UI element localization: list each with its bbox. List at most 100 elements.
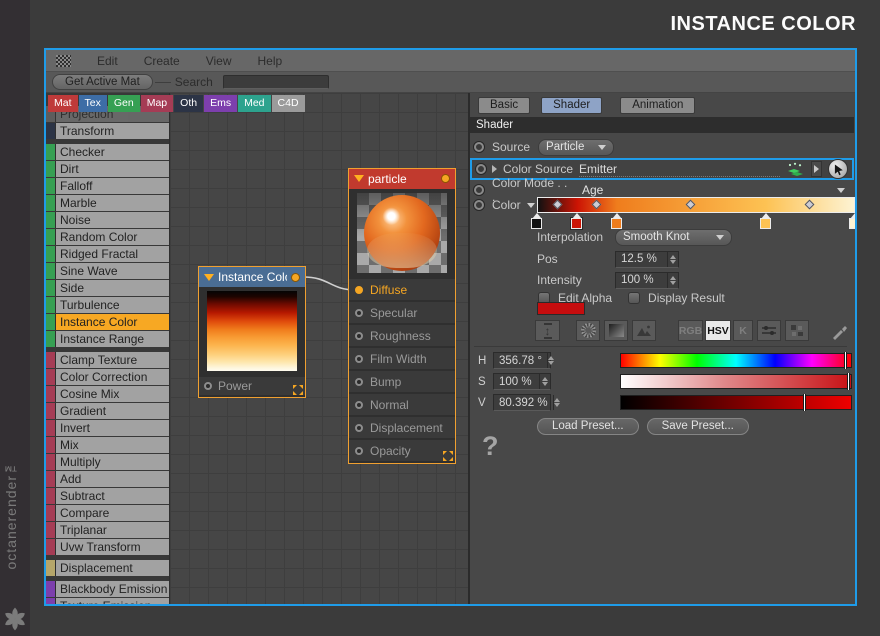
- node-list-item[interactable]: Gradient: [46, 403, 169, 419]
- node-list-item[interactable]: Marble: [46, 195, 169, 211]
- resize-grip-icon[interactable]: [443, 451, 453, 461]
- resize-grip-icon[interactable]: [293, 385, 303, 395]
- node-list-item[interactable]: Uvw Transform: [46, 539, 169, 555]
- node-list-item[interactable]: Add: [46, 471, 169, 487]
- keyframe-dot-icon[interactable]: [474, 185, 484, 195]
- category-tab-oth[interactable]: Oth: [174, 95, 203, 112]
- category-tab-map[interactable]: Map: [141, 95, 173, 112]
- node-list-item[interactable]: Noise: [46, 212, 169, 228]
- node-list-item[interactable]: Blackbody Emission: [46, 581, 169, 597]
- help-question-mark[interactable]: ?: [482, 431, 499, 462]
- particle-material-node[interactable]: particle DiffuseSpecularRoughnessFilm Wi…: [348, 168, 456, 464]
- input-port-icon[interactable]: [355, 401, 363, 409]
- gradient-midpoint-handle[interactable]: [592, 200, 602, 210]
- category-tab-mat[interactable]: Mat: [48, 95, 78, 112]
- output-port-icon[interactable]: [291, 273, 300, 282]
- hue-slider[interactable]: [620, 353, 852, 368]
- node-list-item[interactable]: Mix: [46, 437, 169, 453]
- node-list-item[interactable]: Sine Wave: [46, 263, 169, 279]
- particle-input-diffuse[interactable]: Diffuse: [349, 279, 455, 300]
- window-menu-icon[interactable]: [56, 55, 71, 67]
- chevron-down-icon[interactable]: [527, 203, 535, 208]
- menu-edit[interactable]: Edit: [97, 54, 118, 68]
- node-graph-canvas[interactable]: Instance Color Power particl: [170, 93, 468, 604]
- menu-help[interactable]: Help: [258, 54, 283, 68]
- keyframe-dot-icon[interactable]: [476, 164, 486, 174]
- saturation-slider[interactable]: [620, 374, 852, 389]
- current-color-swatch[interactable]: [537, 302, 585, 315]
- node-list-item[interactable]: Dirt: [46, 161, 169, 177]
- expand-triangle-icon[interactable]: [492, 165, 497, 173]
- k-mode-button[interactable]: K: [733, 320, 753, 341]
- power-input-row[interactable]: Power: [199, 377, 305, 395]
- gradient-mode-icon[interactable]: [604, 320, 628, 341]
- saturation-spinner[interactable]: 100 %: [493, 373, 551, 390]
- pos-spinner[interactable]: 12.5 %: [615, 251, 679, 268]
- category-tab-tex[interactable]: Tex: [79, 95, 107, 112]
- link-options-button[interactable]: [811, 161, 822, 177]
- value-spinner[interactable]: 80.392 %: [493, 394, 551, 411]
- instance-color-node[interactable]: Instance Color Power: [198, 266, 306, 398]
- source-dropdown[interactable]: Particle: [538, 139, 614, 156]
- node-list-item[interactable]: Clamp Texture: [46, 352, 169, 368]
- node-list-item[interactable]: Instance Range: [46, 331, 169, 347]
- s-slider-marker[interactable]: [847, 373, 850, 390]
- node-list-item[interactable]: Turbulence: [46, 297, 169, 313]
- spinner-arrows-icon[interactable]: [553, 395, 560, 410]
- particle-input-roughness[interactable]: Roughness: [349, 325, 455, 346]
- input-port-icon[interactable]: [355, 378, 363, 386]
- gradient-ramp[interactable]: [537, 197, 855, 213]
- category-tab-c4d[interactable]: C4D: [272, 95, 305, 112]
- search-input[interactable]: [223, 75, 329, 89]
- rgb-mode-button[interactable]: RGB: [678, 320, 703, 341]
- particle-input-normal[interactable]: Normal: [349, 394, 455, 415]
- node-list-item[interactable]: Cosine Mix: [46, 386, 169, 402]
- category-tab-med[interactable]: Med: [238, 95, 270, 112]
- load-preset-button[interactable]: Load Preset...: [537, 418, 639, 435]
- eyedropper-icon[interactable]: [828, 320, 852, 341]
- node-list-item[interactable]: Invert: [46, 420, 169, 436]
- spinner-arrows-icon[interactable]: [667, 273, 678, 288]
- node-list-item[interactable]: Texture Emission: [46, 598, 169, 604]
- node-list-item[interactable]: Instance Color: [46, 314, 169, 330]
- input-port-icon[interactable]: [355, 286, 363, 294]
- input-port-icon[interactable]: [355, 447, 363, 455]
- node-list-item[interactable]: Displacement: [46, 560, 169, 576]
- input-port-icon[interactable]: [355, 309, 363, 317]
- input-port-icon[interactable]: [204, 382, 212, 390]
- menu-view[interactable]: View: [206, 54, 232, 68]
- input-port-icon[interactable]: [355, 332, 363, 340]
- node-list-item[interactable]: Falloff: [46, 178, 169, 194]
- node-list-item[interactable]: Ridged Fractal: [46, 246, 169, 262]
- particle-input-film-width[interactable]: Film Width: [349, 348, 455, 369]
- value-slider[interactable]: [620, 395, 852, 410]
- node-list-item[interactable]: Subtract: [46, 488, 169, 504]
- node-list-item[interactable]: Random Color: [46, 229, 169, 245]
- chevron-down-icon[interactable]: [837, 188, 845, 193]
- save-preset-button[interactable]: Save Preset...: [647, 418, 749, 435]
- h-slider-marker[interactable]: [844, 352, 847, 369]
- collapse-triangle-icon[interactable]: [354, 175, 364, 182]
- node-list-item[interactable]: Compare: [46, 505, 169, 521]
- particle-input-specular[interactable]: Specular: [349, 302, 455, 323]
- gradient-midpoint-handle[interactable]: [686, 200, 696, 210]
- pick-object-button[interactable]: [828, 159, 848, 179]
- swatches-mode-icon[interactable]: [785, 320, 809, 341]
- tab-basic[interactable]: Basic: [478, 97, 530, 114]
- particle-input-bump[interactable]: Bump: [349, 371, 455, 392]
- input-port-icon[interactable]: [355, 355, 363, 363]
- interpolation-dropdown[interactable]: Smooth Knot: [615, 229, 732, 246]
- input-port-icon[interactable]: [355, 424, 363, 432]
- output-port-icon[interactable]: [441, 174, 450, 183]
- node-list-item[interactable]: Triplanar: [46, 522, 169, 538]
- image-mode-icon[interactable]: [632, 320, 656, 341]
- particle-node-header[interactable]: particle: [349, 169, 455, 189]
- collapse-triangle-icon[interactable]: [204, 274, 214, 281]
- node-list-item[interactable]: Multiply: [46, 454, 169, 470]
- instance-color-node-header[interactable]: Instance Color: [199, 267, 305, 287]
- spinner-arrows-icon[interactable]: [667, 252, 678, 267]
- node-list-item[interactable]: Checker: [46, 144, 169, 160]
- display-result-checkbox[interactable]: [628, 292, 640, 304]
- keyframe-dot-icon[interactable]: [474, 200, 484, 210]
- mixer-mode-icon[interactable]: [757, 320, 781, 341]
